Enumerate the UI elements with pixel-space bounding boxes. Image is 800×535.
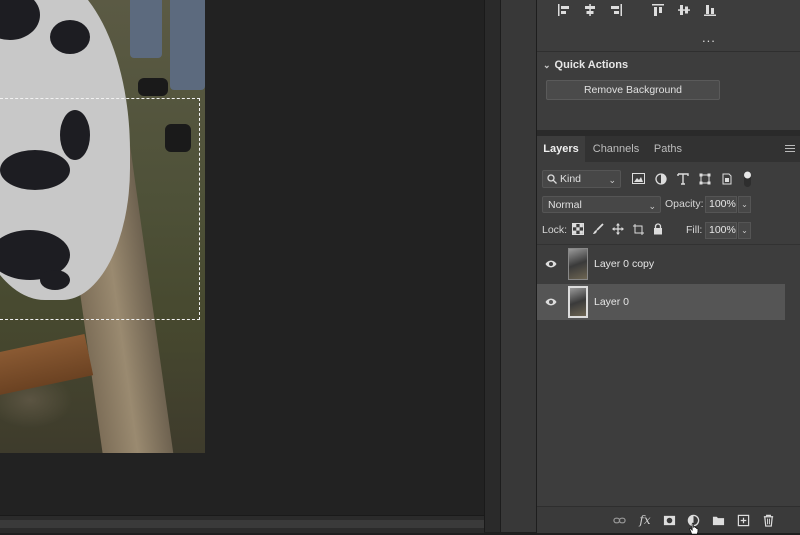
lock-position-move-icon[interactable] [611, 222, 625, 236]
canvas-horizontal-scrollbar[interactable] [0, 515, 484, 533]
lock-icons [571, 222, 665, 236]
smart-object-filter-icon[interactable] [719, 171, 734, 186]
adjustment-layer-filter-icon[interactable] [653, 171, 668, 186]
blend-mode-value: Normal [548, 198, 582, 211]
search-icon [547, 174, 557, 184]
align-center-horizontal-icon[interactable] [577, 2, 603, 18]
add-mask-icon[interactable] [662, 513, 676, 527]
opacity-dropdown-icon[interactable]: ⌄ [738, 196, 751, 213]
separator [537, 244, 800, 245]
pixel-layer-filter-icon[interactable] [631, 171, 646, 186]
scroll-thumb[interactable] [0, 520, 484, 528]
filter-toggle-switch[interactable] [743, 170, 752, 188]
tab-layers[interactable]: Layers [537, 136, 585, 162]
mouse-pointer-hand-icon [687, 521, 701, 535]
opacity-label: Opacity: [665, 198, 704, 210]
selection-marquee [0, 98, 200, 320]
chevron-down-icon: ⌄ [648, 201, 656, 211]
filter-kind-label: Kind [560, 173, 582, 185]
quick-actions-header[interactable]: ⌄ Quick Actions [543, 59, 628, 71]
collapsed-panel-strip [500, 0, 537, 532]
fill-input[interactable]: 100% [705, 222, 737, 239]
align-bottom-icon[interactable] [697, 2, 723, 18]
tab-paths[interactable]: Paths [647, 136, 689, 162]
layer-thumbnail [568, 248, 588, 280]
canvas-image [0, 0, 205, 453]
new-layer-icon[interactable] [736, 513, 750, 527]
layers-scrollbar[interactable] [785, 246, 800, 506]
align-right-icon[interactable] [603, 2, 629, 18]
type-layer-filter-icon[interactable] [675, 171, 690, 186]
filter-kind-select[interactable]: Kind ⌄ [542, 170, 621, 188]
layer-name[interactable]: Layer 0 copy [594, 258, 654, 270]
lock-artboard-icon[interactable] [631, 222, 645, 236]
fill-label: Fill: [686, 224, 703, 236]
shape-layer-filter-icon[interactable] [697, 171, 712, 186]
separator [537, 51, 800, 52]
document-canvas[interactable] [0, 0, 484, 515]
chevron-down-icon: ⌄ [608, 175, 616, 185]
tab-channels[interactable]: Channels [585, 136, 647, 162]
layer-row-selected[interactable]: Layer 0 [537, 284, 785, 320]
align-middle-vertical-icon[interactable] [671, 2, 697, 18]
panel-menu-icon[interactable] [785, 145, 795, 154]
fill-dropdown-icon[interactable]: ⌄ [738, 222, 751, 239]
lock-label: Lock: [542, 224, 568, 236]
lock-transparent-pixels-icon[interactable] [571, 222, 585, 236]
eye-icon[interactable] [545, 297, 557, 307]
layers-panel-tabs: Layers Channels Paths [537, 136, 800, 162]
chevron-down-icon[interactable]: ⌄ [543, 60, 551, 71]
filter-icons [631, 171, 734, 186]
align-toolbar [551, 2, 723, 18]
panel-divider[interactable] [484, 0, 501, 532]
quick-actions-title: Quick Actions [554, 59, 629, 71]
new-group-folder-icon[interactable] [711, 513, 725, 527]
right-panels: ... ⌄ Quick Actions Remove Background La… [536, 0, 800, 535]
layer-row[interactable]: Layer 0 copy [537, 246, 785, 282]
eye-icon[interactable] [545, 259, 557, 269]
more-options-icon[interactable]: ... [702, 30, 716, 45]
layer-thumbnail [568, 286, 588, 318]
align-left-icon[interactable] [551, 2, 577, 18]
delete-layer-trash-icon[interactable] [761, 513, 775, 527]
layers-bottom-bar: fx [537, 506, 800, 535]
lock-all-icon[interactable] [651, 222, 665, 236]
lock-image-pixels-brush-icon[interactable] [591, 222, 605, 236]
link-layers-icon[interactable] [612, 513, 626, 527]
layer-name[interactable]: Layer 0 [594, 296, 629, 308]
align-top-icon[interactable] [645, 2, 671, 18]
blend-mode-select[interactable]: Normal ⌄ [542, 196, 661, 213]
remove-background-button[interactable]: Remove Background [546, 80, 720, 100]
fx-icon[interactable]: fx [638, 513, 652, 527]
opacity-input[interactable]: 100% [705, 196, 737, 213]
